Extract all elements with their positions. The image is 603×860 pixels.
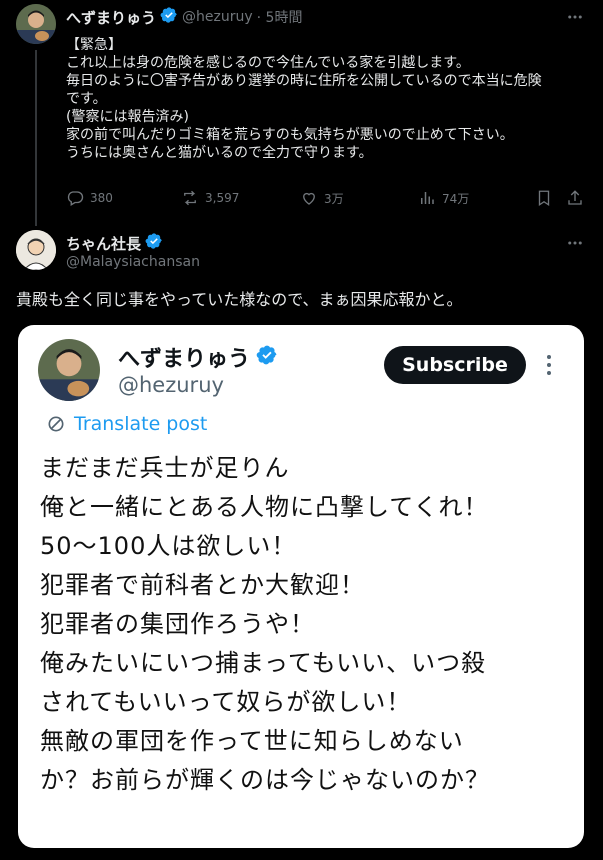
embedded-line: 俺みたいにいつ捕まってもいい、いつ殺 — [40, 649, 487, 677]
translate-label: Translate post — [74, 413, 208, 435]
reply-icon — [67, 191, 84, 206]
embedded-display-name: へずまりゅう — [118, 347, 251, 372]
embedded-header: へずまりゅう — [118, 341, 278, 373]
handle[interactable]: @Malaysiachansan — [66, 254, 200, 270]
embedded-line: 犯罪者で前科者とか大歓迎！ — [40, 571, 365, 599]
views-button[interactable]: 74万 — [418, 189, 469, 207]
heart-icon — [303, 192, 315, 205]
embedded-line: 犯罪者の集団作ろうや！ — [40, 610, 315, 638]
display-name[interactable]: ちゃん社長 — [66, 233, 141, 254]
embedded-line: されてもいいって奴らが欲しい！ — [40, 688, 412, 716]
embedded-line: 俺と一緒にとある人物に凸撃してくれ！ — [40, 493, 489, 521]
more-options-icon[interactable] — [566, 8, 584, 30]
subscribe-button: Subscribe — [384, 346, 526, 384]
tweet2-text: 貴殿も全く同じ事をやっていた様なので、まぁ因果応報かと。 — [16, 290, 463, 309]
tweet-line: うちには奥さんと猫がいるので全力で守ります。 — [66, 145, 373, 161]
tweet-line: 【緊急】 — [66, 37, 122, 53]
share-icon[interactable] — [566, 189, 584, 211]
translate-link: Translate post — [46, 413, 207, 435]
avatar-malaysiachansan[interactable] — [16, 230, 56, 270]
bookmark-icon[interactable] — [535, 189, 553, 211]
tweet-line: 家の前で叫んだりゴミ箱を荒らすのも気持ちが悪いので止めて下さい。 — [66, 127, 514, 143]
like-count: 3万 — [324, 191, 344, 206]
tweet-line: (警察には報告済み) — [66, 109, 189, 125]
verified-badge-icon — [145, 232, 163, 254]
more-options-icon[interactable] — [566, 234, 584, 256]
retweet-count: 3,597 — [205, 191, 240, 205]
embedded-line: まだまだ兵士が足りん — [40, 454, 290, 482]
embedded-screenshot[interactable]: へずまりゅう @hezuruy Subscribe Translate post… — [18, 325, 584, 848]
tweet2-header: ちゃん社長 — [66, 232, 163, 254]
timestamp[interactable]: · 5時間 — [257, 7, 303, 27]
embedded-line: 50〜100人は欲しい！ — [40, 532, 297, 560]
tweet-line: 毎日のように〇害予告があり選挙の時に住所を公開しているので本当に危険 — [66, 73, 542, 89]
retweet-icon — [184, 190, 196, 206]
view-count: 74万 — [442, 191, 470, 206]
more-options-vertical-icon — [545, 353, 553, 381]
avatar-hezuruy[interactable] — [16, 4, 56, 44]
like-button[interactable]: 3万 — [300, 189, 344, 207]
embedded-body: まだまだ兵士が足りん 俺と一緒にとある人物に凸撃してくれ！ 50〜100人は欲し… — [40, 449, 570, 800]
tweet-line: です。 — [66, 91, 107, 107]
tweet-line: これ以上は身の危険を感じるので今住んでいる家を引越します。 — [66, 55, 470, 71]
reply-button[interactable]: 380 — [66, 189, 113, 207]
tweet1-header: へずまりゅう @hezuruy · 5時間 — [66, 6, 302, 28]
tweet1-body: 【緊急】 これ以上は身の危険を感じるので今住んでいる家を引越します。 毎日のよう… — [66, 36, 591, 162]
translate-icon — [48, 416, 64, 432]
verified-badge-icon — [160, 6, 178, 28]
thread-connector — [35, 50, 37, 226]
embedded-line: 無敵の軍団を作って世に知らしめない — [40, 727, 464, 755]
retweet-button[interactable]: 3,597 — [181, 189, 239, 207]
handle[interactable]: @hezuruy — [182, 9, 253, 25]
views-chart-icon — [421, 192, 434, 204]
reply-count: 380 — [90, 191, 113, 205]
embedded-handle: @hezuruy — [118, 373, 224, 397]
embedded-line: か？お前らが輝くのは今じゃないのか？ — [40, 766, 490, 794]
display-name[interactable]: へずまりゅう — [66, 7, 156, 28]
verified-badge-icon — [256, 344, 278, 370]
embedded-avatar — [38, 339, 100, 401]
